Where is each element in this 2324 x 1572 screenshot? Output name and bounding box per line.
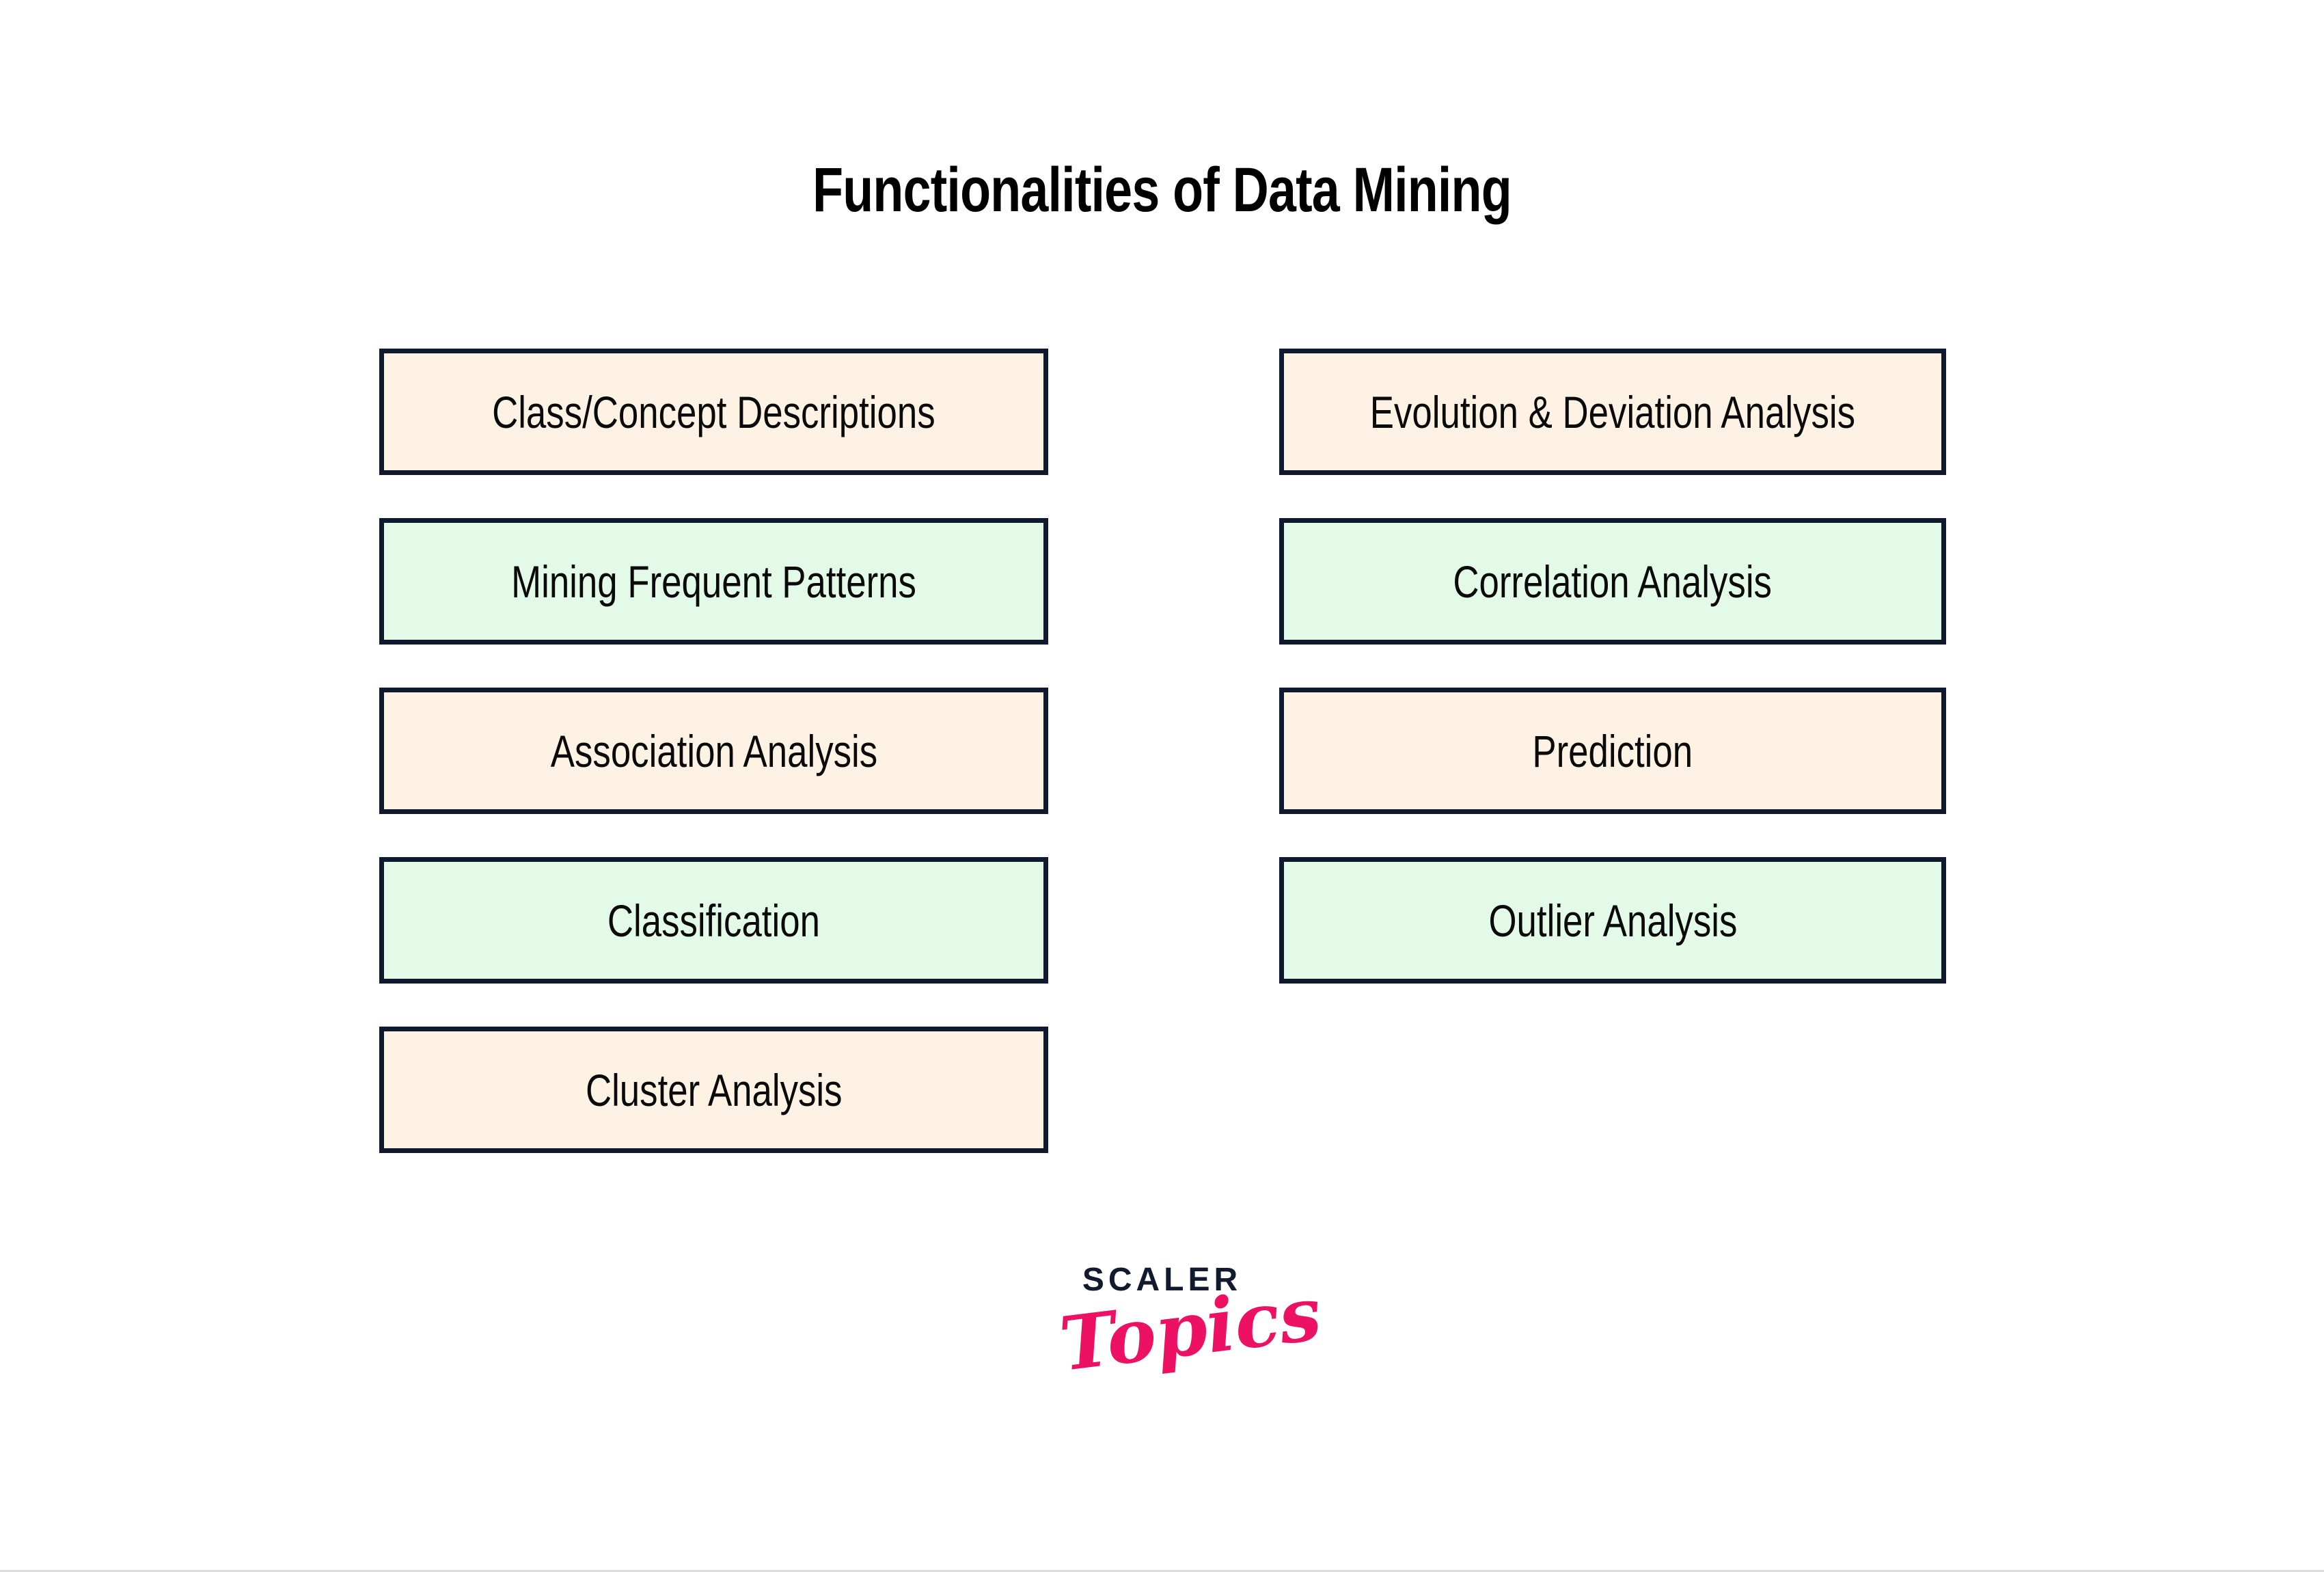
node-box[interactable]: Correlation Analysis (1279, 518, 1946, 645)
node-label: Class/Concept Descriptions (492, 386, 935, 437)
node-box[interactable]: Class/Concept Descriptions (379, 349, 1048, 475)
node-label: Outlier Analysis (1488, 895, 1737, 946)
node-label: Cluster Analysis (585, 1064, 843, 1115)
node-box[interactable]: Association Analysis (379, 688, 1048, 814)
node-label: Mining Frequent Patterns (511, 556, 916, 607)
node-label: Association Analysis (550, 725, 877, 776)
node-label: Correlation Analysis (1453, 556, 1773, 607)
logo-inner: SCALER Topics (1055, 1261, 1326, 1411)
node-label: Prediction (1532, 725, 1693, 776)
node-label: Evolution & Deviation Analysis (1369, 386, 1856, 437)
node-box[interactable]: Evolution & Deviation Analysis (1279, 349, 1946, 475)
node-box[interactable]: Cluster Analysis (379, 1027, 1048, 1153)
right-column: Evolution & Deviation Analysis Correlatio… (1279, 349, 1946, 984)
node-label: Classification (607, 895, 821, 946)
diagram-canvas: Functionalities of Data Mining Class/Con… (0, 0, 2324, 1572)
node-box[interactable]: Prediction (1279, 688, 1946, 814)
node-box[interactable]: Outlier Analysis (1279, 857, 1946, 984)
node-box[interactable]: Classification (379, 857, 1048, 984)
page-title: Functionalities of Data Mining (812, 155, 1512, 225)
brand-logo: SCALER Topics (0, 1261, 2324, 1415)
node-box[interactable]: Mining Frequent Patterns (379, 518, 1048, 645)
left-column: Class/Concept Descriptions Mining Frequen… (379, 349, 1048, 1153)
